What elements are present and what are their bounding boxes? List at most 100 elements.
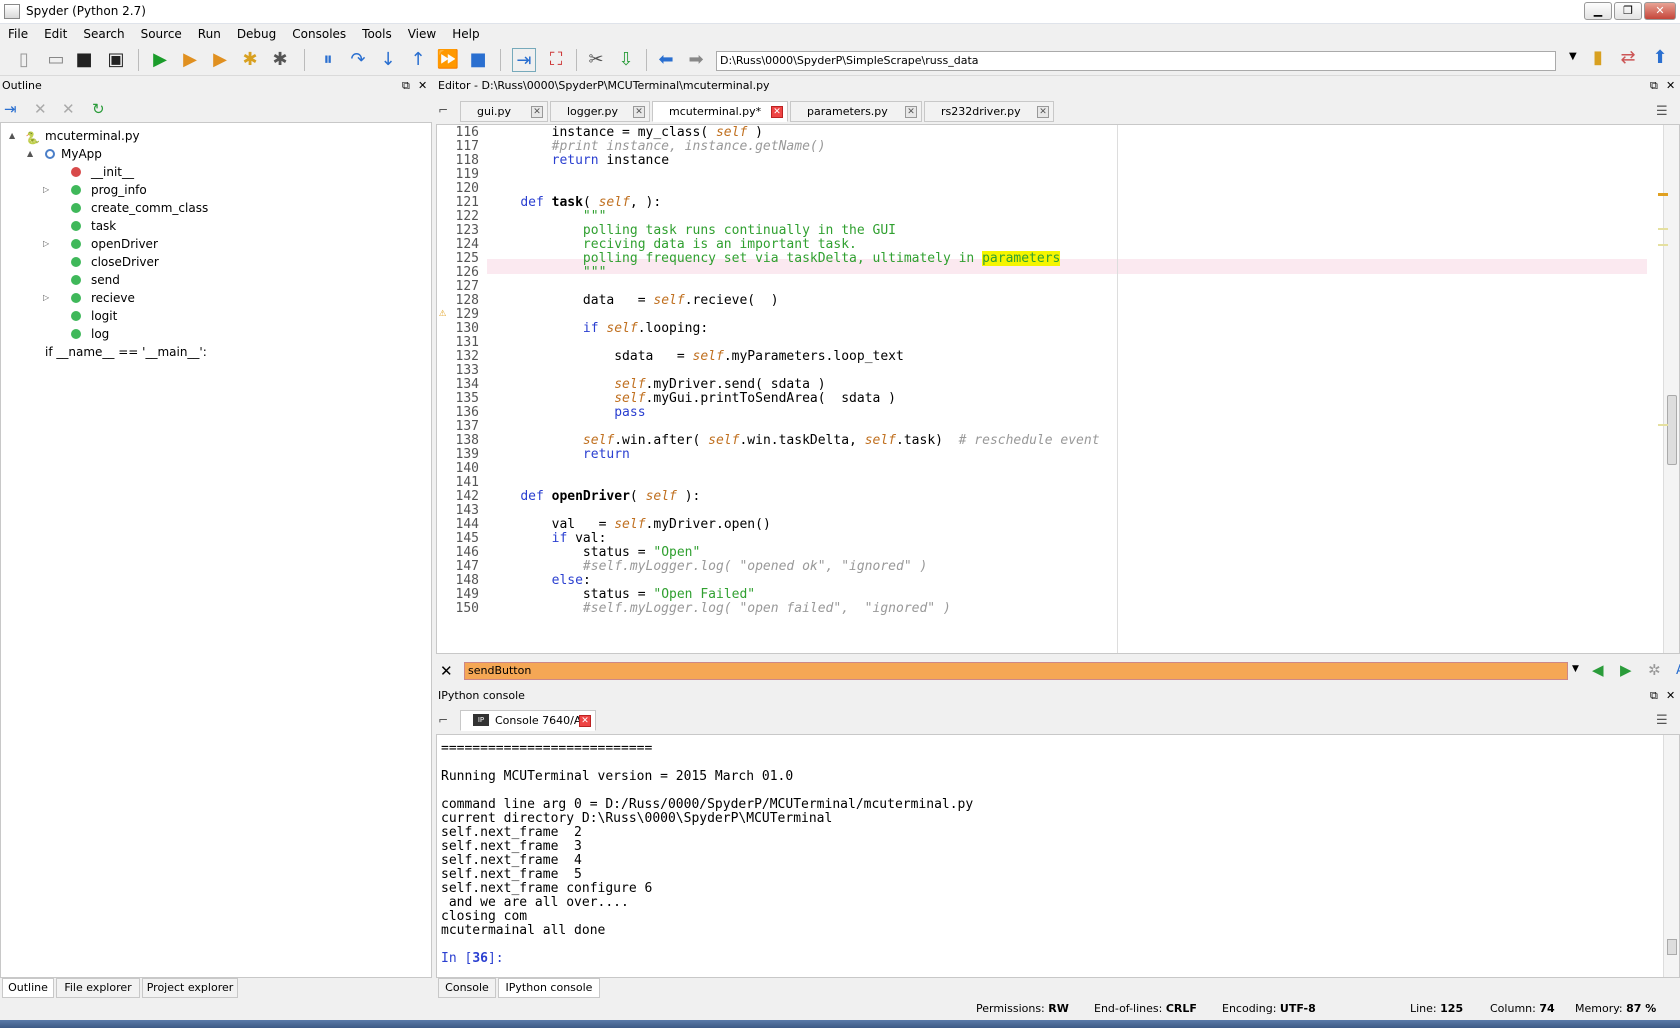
tab-project-explorer[interactable]: Project explorer: [142, 978, 238, 998]
case-sensitive-icon[interactable]: Aa: [1676, 663, 1680, 678]
save-all-icon[interactable]: ▣: [104, 48, 128, 72]
editor-header: Editor - D:\Russ\0000\SpyderP\MCUTermina…: [436, 78, 1680, 96]
menu-edit[interactable]: Edit: [36, 24, 75, 44]
menu-help[interactable]: Help: [444, 24, 487, 44]
debug-icon[interactable]: ⏸: [316, 48, 340, 72]
run-config-icon[interactable]: ✱: [268, 48, 292, 72]
console-output[interactable]: =========================== Running MCUTe…: [436, 734, 1680, 978]
menu-run[interactable]: Run: [190, 24, 229, 44]
tab-rs232driver-py[interactable]: rs232driver.py ✕: [924, 101, 1054, 122]
run-icon[interactable]: ▶: [148, 48, 172, 72]
line-number: 138: [455, 433, 479, 448]
console-options-icon[interactable]: ☰: [1656, 713, 1668, 728]
tab-logger-py[interactable]: logger.py ✕: [550, 101, 650, 122]
step-icon[interactable]: ↷: [346, 48, 370, 72]
tab-file-explorer[interactable]: File explorer: [56, 978, 140, 998]
close-pane-icon[interactable]: ✕: [1666, 688, 1675, 704]
close-tab-icon[interactable]: ✕: [905, 106, 917, 118]
menu-debug[interactable]: Debug: [229, 24, 284, 44]
collapse-all-icon[interactable]: ✕: [34, 100, 47, 118]
menu-search[interactable]: Search: [75, 24, 132, 44]
continue-icon[interactable]: ⏩: [436, 48, 460, 72]
line-number: 132: [455, 349, 479, 364]
set-cwd-icon[interactable]: ⇄: [1616, 46, 1640, 70]
console-line: closing com: [441, 909, 528, 924]
save-icon[interactable]: ■: [72, 48, 96, 72]
find-input[interactable]: sendButton: [464, 662, 1568, 680]
scroll-thumb[interactable]: [1667, 939, 1677, 955]
tab-gui-py[interactable]: gui.py ✕: [460, 101, 548, 122]
undock-icon[interactable]: ⧉: [1650, 688, 1658, 704]
code-line: polling frequency set via taskDelta, ult…: [489, 251, 1061, 266]
close-pane-icon[interactable]: ✕: [1666, 78, 1675, 94]
browse-tabs-icon[interactable]: ⌐: [438, 713, 448, 727]
close-tab-icon[interactable]: ✕: [1037, 106, 1049, 118]
line-number: 141: [455, 475, 479, 490]
forward-icon[interactable]: ➡: [684, 48, 708, 72]
tab-parameters-py[interactable]: parameters.py ✕: [790, 101, 922, 122]
expanded-arrow-icon[interactable]: ▲: [9, 127, 15, 145]
expand-all-icon[interactable]: ✕: [62, 100, 75, 118]
chevron-down-icon[interactable]: ▼: [1569, 51, 1577, 62]
go-to-cursor-icon[interactable]: ⇥: [4, 100, 17, 118]
menu-file[interactable]: File: [0, 24, 36, 44]
method-icon: [71, 185, 81, 195]
parent-dir-icon[interactable]: ⬆: [1648, 46, 1672, 70]
step-into-icon[interactable]: ↓: [376, 48, 400, 72]
run-selection-icon[interactable]: ✱: [238, 48, 262, 72]
close-pane-icon[interactable]: ✕: [418, 78, 427, 94]
method-icon: [71, 257, 81, 267]
find-next-icon[interactable]: ▶: [1620, 661, 1632, 679]
maximize-pane-icon[interactable]: ⇥: [512, 48, 536, 72]
restore-button[interactable]: ❐: [1614, 2, 1642, 20]
collapsed-arrow-icon[interactable]: ▷: [43, 289, 49, 307]
regex-icon[interactable]: ✲: [1648, 661, 1661, 679]
stop-debug-icon[interactable]: ■: [466, 48, 490, 72]
pythonpath-icon[interactable]: ⇩: [614, 48, 638, 72]
menu-view[interactable]: View: [400, 24, 444, 44]
close-tab-icon[interactable]: ✕: [633, 106, 645, 118]
collapsed-arrow-icon[interactable]: ▷: [43, 181, 49, 199]
console-scrollbar[interactable]: [1663, 735, 1679, 977]
undock-icon[interactable]: ⧉: [402, 78, 410, 94]
back-icon[interactable]: ⬅: [654, 48, 678, 72]
step-return-icon[interactable]: ↑: [406, 48, 430, 72]
line-number: 150: [455, 601, 479, 616]
run-cell-icon[interactable]: ▶: [178, 48, 202, 72]
open-file-icon[interactable]: ▭: [44, 48, 68, 72]
run-cell-advance-icon[interactable]: ▶: [208, 48, 232, 72]
menu-source[interactable]: Source: [133, 24, 190, 44]
scroll-thumb[interactable]: [1667, 395, 1677, 465]
tab-console[interactable]: IP Console 7640/A ✕: [460, 710, 596, 731]
tab-ipython-console[interactable]: IPython console: [498, 978, 600, 998]
expanded-arrow-icon[interactable]: ▲: [27, 145, 33, 163]
editor-scrollbar[interactable]: [1658, 125, 1679, 653]
memory-status: Memory: 87 %: [1575, 1002, 1657, 1015]
menu-consoles[interactable]: Consoles: [284, 24, 354, 44]
refresh-icon[interactable]: ↻: [92, 100, 105, 118]
undock-icon[interactable]: ⧉: [1650, 78, 1658, 94]
close-tab-icon[interactable]: ✕: [531, 106, 543, 118]
chevron-down-icon[interactable]: ▼: [1572, 664, 1579, 674]
close-window-button[interactable]: ✕: [1644, 2, 1676, 20]
tab-outline[interactable]: Outline: [2, 978, 54, 998]
new-file-icon[interactable]: ▯: [12, 48, 36, 72]
line-number: 116: [455, 125, 479, 140]
tab-mcuterminal-py[interactable]: mcuterminal.py* ✕: [652, 101, 788, 122]
tab-console-plain[interactable]: Console: [438, 978, 496, 998]
collapsed-arrow-icon[interactable]: ▷: [43, 235, 49, 253]
close-tab-icon[interactable]: ✕: [771, 106, 783, 118]
browse-folder-icon[interactable]: ▮: [1586, 46, 1610, 70]
working-directory-input[interactable]: D:\Russ\0000\SpyderP\SimpleScrape\russ_d…: [716, 51, 1556, 71]
close-find-icon[interactable]: ✕: [440, 662, 453, 680]
close-tab-icon[interactable]: ✕: [579, 715, 591, 727]
fullscreen-icon[interactable]: ⛶: [544, 48, 568, 72]
preferences-icon[interactable]: ✂: [584, 48, 608, 72]
find-previous-icon[interactable]: ◀: [1592, 661, 1604, 679]
console-line: self.next_frame 4: [441, 853, 582, 868]
minimize-button[interactable]: ▁: [1584, 2, 1612, 20]
code-editor[interactable]: ⚠ 116 instance = my_class( self ) 117 #pr…: [436, 124, 1680, 654]
editor-options-icon[interactable]: ☰: [1656, 104, 1668, 119]
browse-tabs-icon[interactable]: ⌐: [438, 103, 458, 121]
menu-tools[interactable]: Tools: [354, 24, 400, 44]
